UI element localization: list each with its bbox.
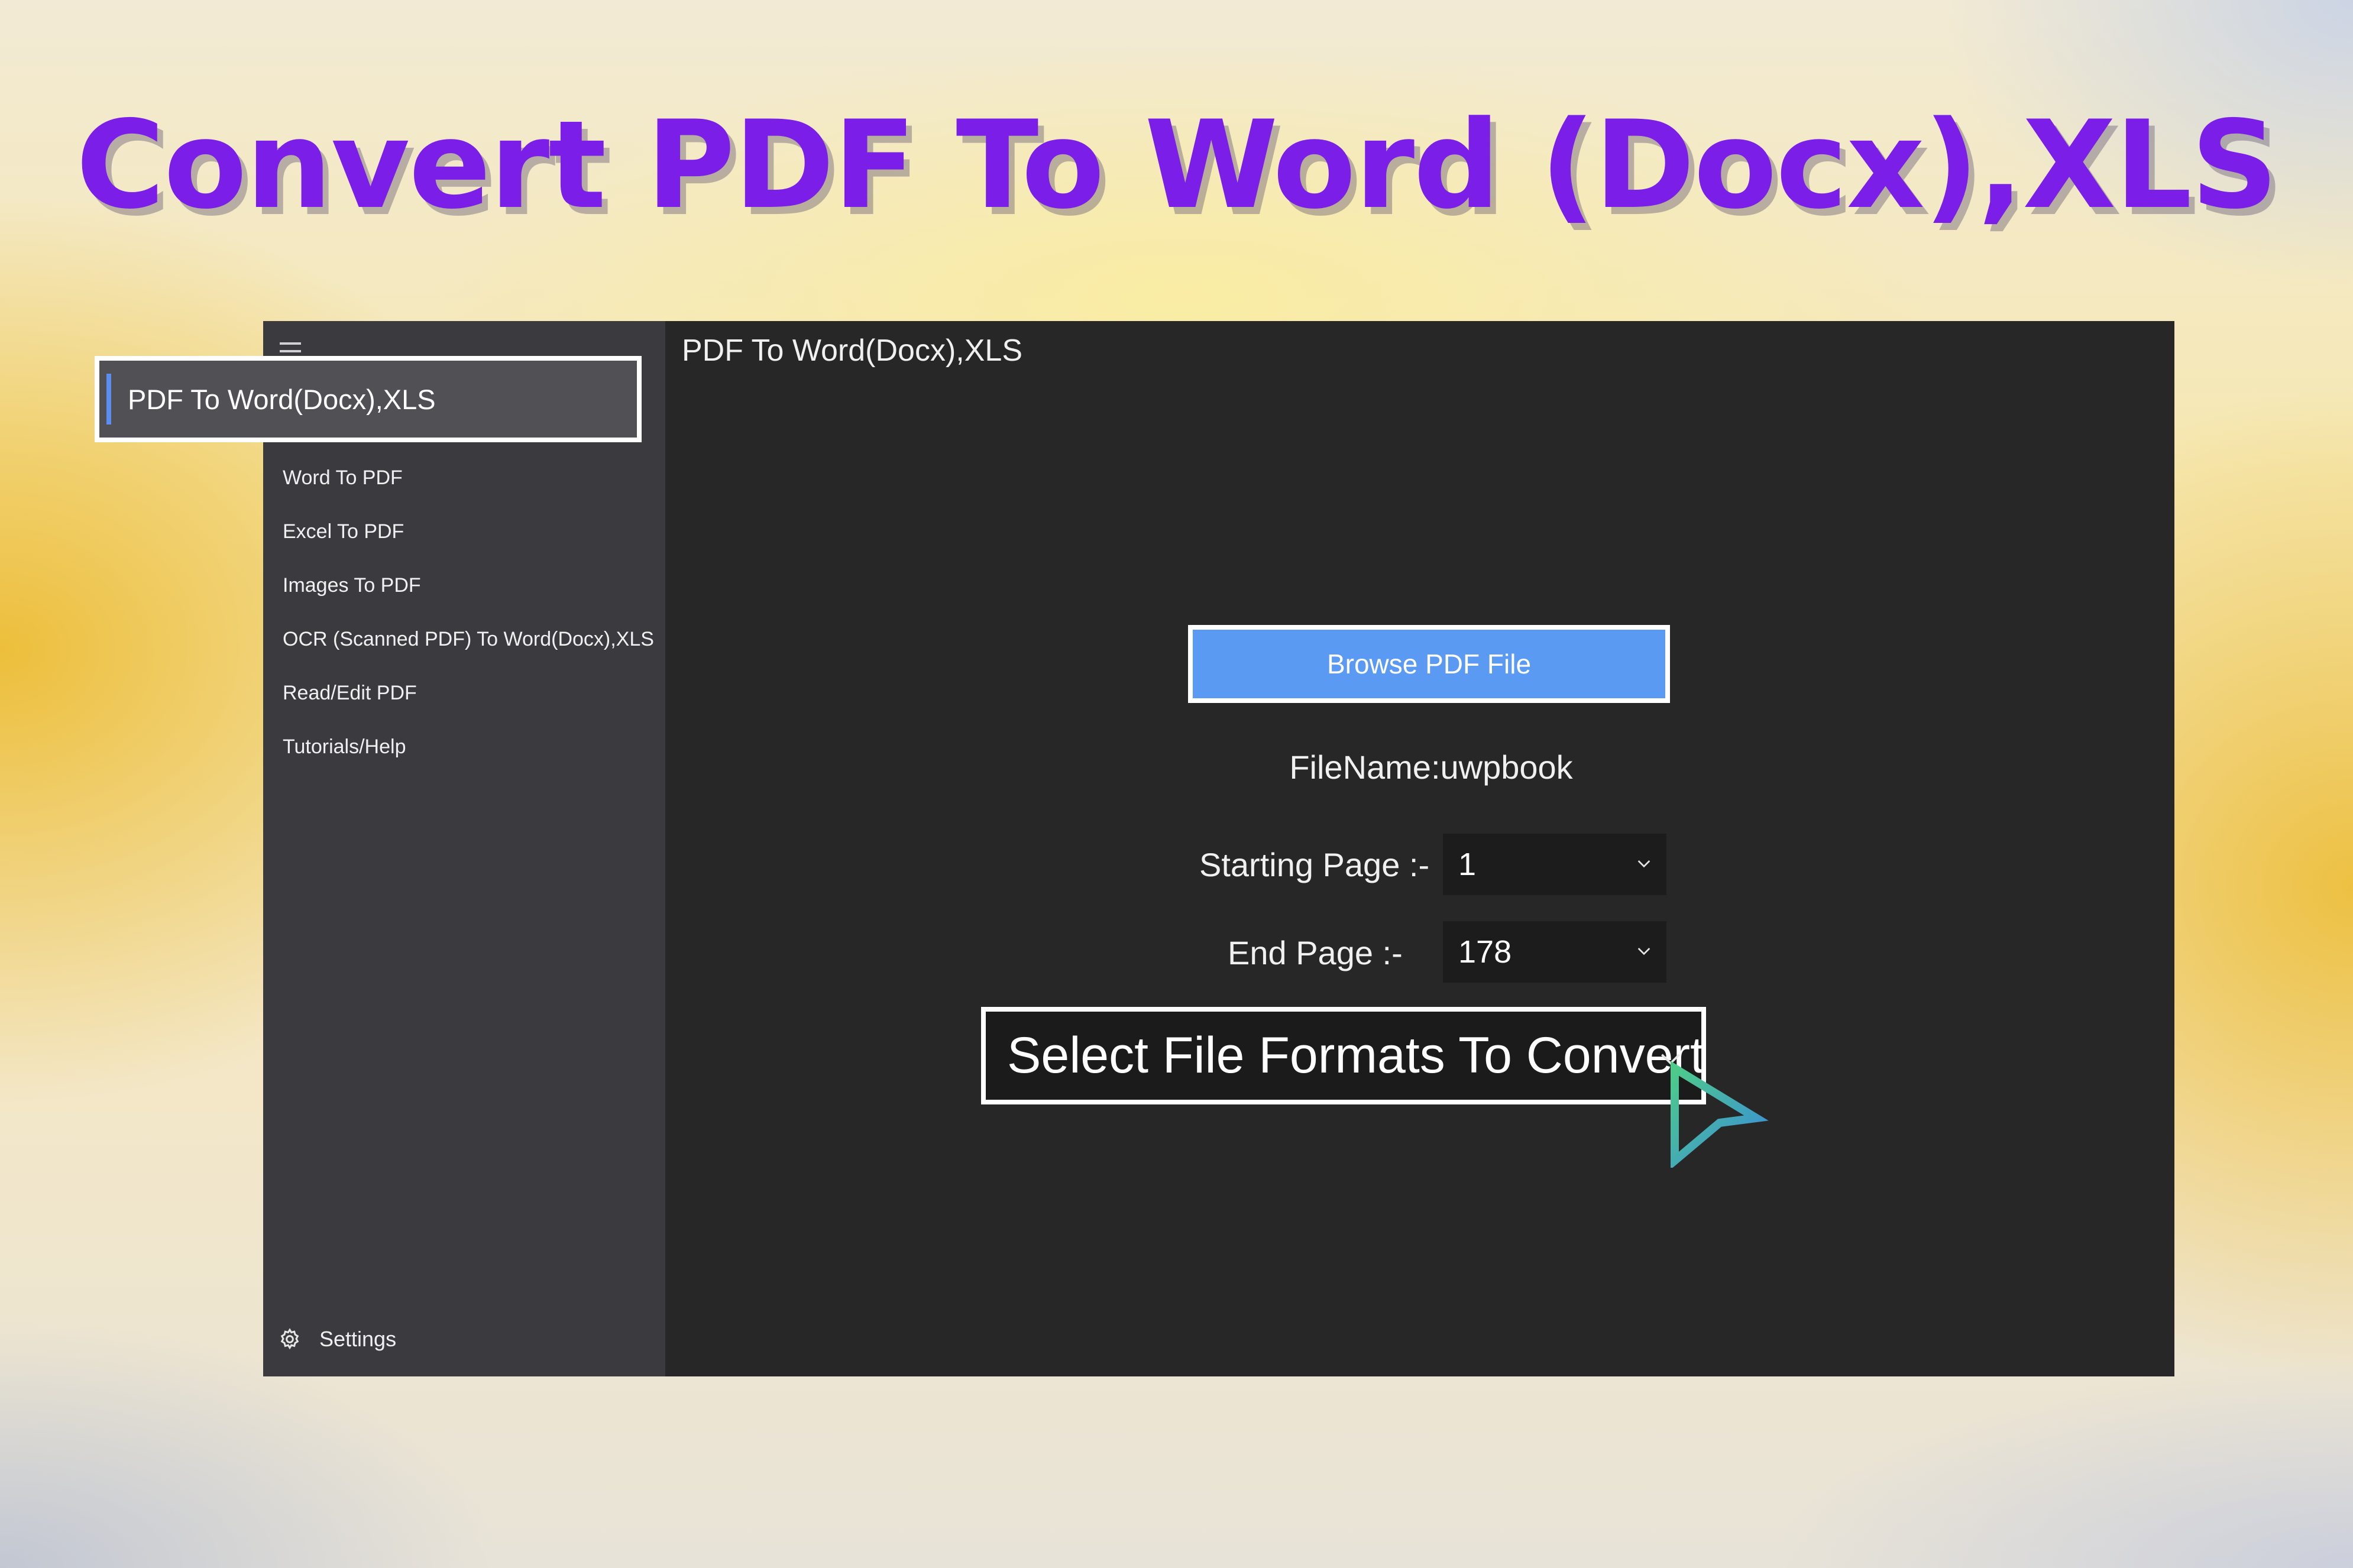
banner-title: Convert PDF To Word (Docx),XLS [76,95,2278,236]
selection-indicator [106,374,111,425]
sidebar-item-label: PDF To Word(Docx),XLS [128,383,436,415]
chevron-down-icon [1637,860,1650,868]
filename-text: FileName:uwpbook [1289,749,1573,786]
sidebar-nav-list: Word To PDF Excel To PDF Images To PDF O… [263,451,665,774]
settings-label: Settings [319,1327,397,1351]
file-format-select[interactable]: Select File Formats To Convert [981,1007,1706,1104]
sidebar-item-settings[interactable]: Settings [278,1324,396,1354]
end-page-value: 178 [1458,934,1512,970]
sidebar-item-word-to-pdf[interactable]: Word To PDF [263,451,665,505]
starting-page-label: Starting Page :- [1199,846,1430,883]
sidebar-item-excel-to-pdf[interactable]: Excel To PDF [263,505,665,559]
page-title: PDF To Word(Docx),XLS [682,333,1023,368]
gear-icon [280,1328,299,1350]
starting-page-select[interactable]: 1 [1443,834,1666,895]
sidebar-item-images-to-pdf[interactable]: Images To PDF [263,559,665,613]
sidebar-item-pdf-to-word-selected[interactable]: PDF To Word(Docx),XLS [95,356,642,442]
sidebar-item-read-edit-pdf[interactable]: Read/Edit PDF [263,666,665,720]
file-format-select-label: Select File Formats To Convert [1007,1027,1704,1084]
sidebar: Word To PDF Excel To PDF Images To PDF O… [263,321,665,1376]
sidebar-item-ocr-to-word[interactable]: OCR (Scanned PDF) To Word(Docx),XLS [263,613,665,666]
end-page-select[interactable]: 178 [1443,921,1666,983]
mouse-cursor-icon [1671,1061,1769,1168]
chevron-down-icon [1637,948,1650,955]
end-page-label: End Page :- [1228,934,1403,971]
sidebar-item-tutorials-help[interactable]: Tutorials/Help [263,720,665,774]
starting-page-value: 1 [1458,847,1477,882]
browse-pdf-button[interactable]: Browse PDF File [1188,625,1670,703]
